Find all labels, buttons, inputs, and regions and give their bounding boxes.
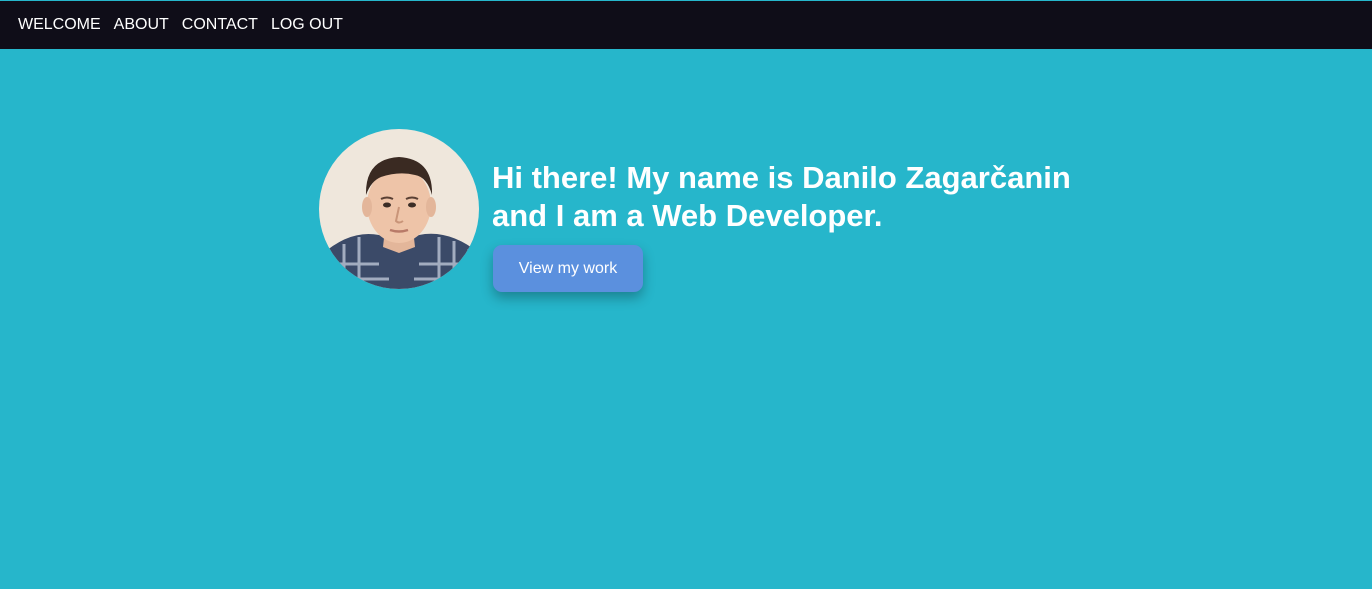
hero-section: Hi there! My name is Danilo Zagarčanin a…	[319, 129, 1071, 292]
top-navbar: WELCOME ABOUT CONTACT LOG OUT	[0, 1, 1372, 49]
nav-link-welcome[interactable]: WELCOME	[18, 16, 101, 34]
nav-link-logout[interactable]: LOG OUT	[271, 16, 343, 34]
hero-text: Hi there! My name is Danilo Zagarčanin a…	[492, 159, 1071, 292]
hero-headline-line-1: Hi there! My name is Danilo Zagarčanin	[492, 160, 1071, 195]
profile-photo-icon	[319, 129, 479, 289]
hero-headline-line-2: and I am a Web Developer.	[492, 198, 883, 233]
hero-headline: Hi there! My name is Danilo Zagarčanin a…	[492, 159, 1071, 235]
nav-link-contact[interactable]: CONTACT	[182, 16, 258, 34]
view-my-work-button[interactable]: View my work	[493, 245, 643, 292]
nav-link-about[interactable]: ABOUT	[114, 16, 169, 34]
avatar	[319, 129, 479, 289]
